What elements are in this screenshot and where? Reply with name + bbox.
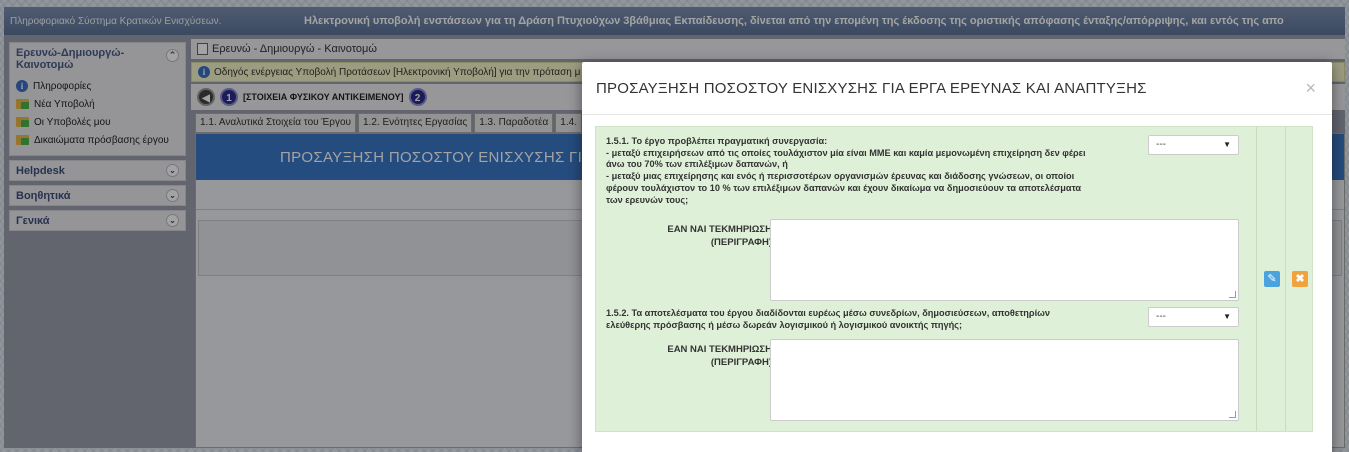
divider — [1285, 127, 1286, 431]
question-2-line: 1.5.2. Τα αποτελέσματα του έργου διαδίδο… — [606, 308, 1051, 318]
delete-icon[interactable]: ✖ — [1292, 271, 1308, 287]
select-value: --- — [1156, 311, 1166, 322]
question-1-text: 1.5.1. Το έργο προβλέπει πραγματική συνε… — [606, 136, 1136, 206]
question-2-description-textarea[interactable] — [770, 339, 1239, 421]
label-line: ΕΑΝ ΝΑΙ ΤΕΚΜΗΡΙΩΣΗ — [667, 344, 772, 355]
criteria-content: 1.5.1. Το έργο προβλέπει πραγματική συνε… — [596, 127, 1256, 431]
question-1-line: 1.5.1. Το έργο προβλέπει πραγματική συνε… — [606, 136, 828, 146]
modal-dialog: ΠΡΟΣΑΥΞΗΣΗ ΠΟΣΟΣΤΟΥ ΕΝΙΣΧΥΣΗΣ ΓΙΑ ΕΡΓΑ Ε… — [582, 62, 1332, 452]
question-2-textarea-label: ΕΑΝ ΝΑΙ ΤΕΚΜΗΡΙΩΣΗ (ΠΕΡΙΓΡΑΦΗ) — [612, 343, 772, 369]
dropdown-caret-icon: ▼ — [1223, 312, 1231, 321]
question-2-line: ελεύθερης πρόσβασης ή μέσω δωρεάν λογισμ… — [606, 319, 963, 330]
question-2-select[interactable]: --- ▼ — [1148, 307, 1239, 327]
select-value: --- — [1156, 139, 1166, 150]
question-1-select[interactable]: --- ▼ — [1148, 135, 1239, 155]
dropdown-caret-icon: ▼ — [1223, 140, 1231, 149]
question-1-line: των ερευνών τους; — [606, 194, 689, 205]
question-1-line: φέρουν τουλάχιστον το 10 % των επιλέξιμω… — [606, 182, 1082, 193]
question-1-line: άνω του 70% των επιλέξιμων δαπανών, ή — [606, 159, 788, 170]
question-1-line: - μεταξύ μιας επιχείρησης και ενός ή περ… — [606, 171, 1075, 182]
criteria-row: 1.5.1. Το έργο προβλέπει πραγματική συνε… — [595, 126, 1313, 432]
row-actions: ✎ ✖ — [1256, 127, 1313, 431]
edit-icon[interactable]: ✎ — [1264, 271, 1280, 287]
label-line: (ΠΕΡΙΓΡΑΦΗ) — [710, 357, 772, 368]
question-2-text: 1.5.2. Τα αποτελέσματα του έργου διαδίδο… — [606, 308, 1136, 331]
question-1-textarea-label: ΕΑΝ ΝΑΙ ΤΕΚΜΗΡΙΩΣΗ (ΠΕΡΙΓΡΑΦΗ) — [612, 223, 772, 249]
question-1-line: - μεταξύ επιχειρήσεων από τις οποίες του… — [606, 147, 1086, 158]
label-line: (ΠΕΡΙΓΡΑΦΗ) — [710, 237, 772, 248]
modal-title: ΠΡΟΣΑΥΞΗΣΗ ΠΟΣΟΣΤΟΥ ΕΝΙΣΧΥΣΗΣ ΓΙΑ ΕΡΓΑ Ε… — [596, 80, 1147, 97]
modal-divider — [582, 114, 1332, 115]
label-line: ΕΑΝ ΝΑΙ ΤΕΚΜΗΡΙΩΣΗ — [667, 224, 772, 235]
question-1-description-textarea[interactable] — [770, 219, 1239, 301]
close-icon[interactable]: × — [1305, 78, 1316, 99]
